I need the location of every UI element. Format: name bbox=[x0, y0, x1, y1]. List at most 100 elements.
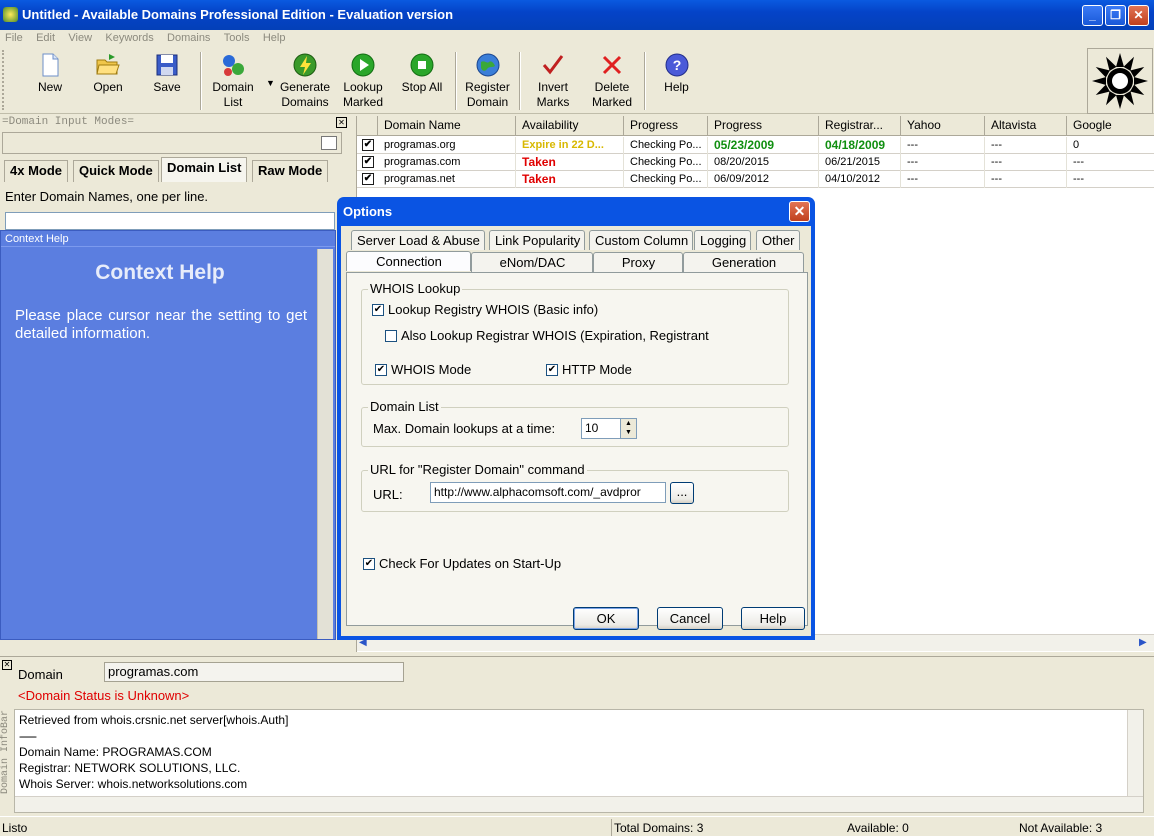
menu-edit[interactable]: Edit bbox=[36, 31, 55, 45]
menu-keywords[interactable]: Keywords bbox=[105, 31, 153, 45]
menu-domains[interactable]: Domains bbox=[167, 31, 210, 45]
ok-button[interactable]: OK bbox=[573, 607, 639, 630]
tab-proxy[interactable]: Proxy bbox=[593, 252, 683, 272]
context-help-scrollbar[interactable] bbox=[317, 249, 333, 639]
context-help-message: Please place cursor near the setting to … bbox=[15, 307, 307, 342]
whois-mode-checkbox[interactable]: ✔ bbox=[375, 364, 387, 376]
col-progress-2[interactable]: Progress bbox=[708, 116, 819, 136]
dialog-close-button[interactable]: ✕ bbox=[789, 201, 810, 222]
tab-logging[interactable]: Logging bbox=[694, 230, 752, 250]
col-altavista[interactable]: Altavista bbox=[985, 116, 1067, 136]
status-state: Listo bbox=[2, 821, 28, 835]
dropdown-arrow-icon[interactable]: ▼ bbox=[266, 78, 275, 88]
table-row[interactable]: ✔ programas.com Taken Checking Po... 08/… bbox=[357, 154, 1154, 171]
col-yahoo[interactable]: Yahoo bbox=[901, 116, 985, 136]
register-url-group: URL for "Register Domain" command URL: h… bbox=[361, 462, 789, 512]
cell-registrar: 06/21/2015 bbox=[821, 154, 901, 171]
checkmark-icon bbox=[542, 55, 564, 75]
whois-line: Retrieved from whois.crsnic.net server[w… bbox=[19, 713, 289, 727]
table-row[interactable]: ✔ programas.org Expire in 22 D... Checki… bbox=[357, 137, 1154, 154]
col-availability[interactable]: Availability bbox=[516, 116, 624, 136]
spinner-arrows-icon[interactable]: ▲ ▼ bbox=[620, 419, 636, 438]
cancel-button[interactable]: Cancel bbox=[657, 607, 723, 630]
menu-help[interactable]: Help bbox=[263, 31, 286, 45]
menu-view[interactable]: View bbox=[68, 31, 92, 45]
restore-button[interactable]: ❐ bbox=[1105, 5, 1126, 26]
registrar-whois-checkbox[interactable] bbox=[385, 330, 397, 342]
domain-list-input[interactable] bbox=[5, 212, 335, 230]
tab-server-load-abuse[interactable]: Server Load & Abuse bbox=[351, 230, 485, 250]
register-url-legend: URL for "Register Domain" command bbox=[368, 462, 587, 477]
menu-file[interactable]: File bbox=[5, 31, 23, 45]
new-button[interactable]: New bbox=[30, 48, 70, 112]
domain-list-group: Domain List Max. Domain lookups at a tim… bbox=[361, 399, 789, 447]
col-google[interactable]: Google bbox=[1067, 116, 1154, 136]
save-button[interactable]: Save bbox=[147, 48, 187, 112]
cell-progress: Checking Po... bbox=[626, 171, 708, 188]
domain-list-icon bbox=[223, 55, 244, 76]
tab-other[interactable]: Other bbox=[756, 230, 800, 250]
menu-tools[interactable]: Tools bbox=[224, 31, 250, 45]
http-mode-checkbox[interactable]: ✔ bbox=[546, 364, 558, 376]
context-help-header: Context Help bbox=[1, 231, 335, 247]
tab-domain-list[interactable]: Domain List bbox=[161, 157, 248, 182]
toolbar-grip[interactable] bbox=[2, 50, 10, 110]
close-button[interactable]: ✕ bbox=[1128, 5, 1149, 26]
tab-enom-dac[interactable]: eNom/DAC bbox=[471, 252, 593, 272]
invert-marks-button[interactable]: Invert Marks bbox=[527, 48, 579, 112]
toolbar-separator bbox=[200, 52, 202, 110]
tab-link-popularity[interactable]: Link Popularity bbox=[489, 230, 586, 250]
table-row[interactable]: ✔ programas.net Taken Checking Po... 06/… bbox=[357, 171, 1154, 188]
col-domain-name[interactable]: Domain Name bbox=[378, 116, 516, 136]
cell-progress-2: 08/20/2015 bbox=[710, 154, 819, 171]
lookup-marked-button[interactable]: Lookup Marked bbox=[338, 48, 388, 112]
dialog-body: Server Load & Abuse Link Popularity Cust… bbox=[341, 226, 811, 636]
cell-domain: programas.com bbox=[380, 154, 516, 171]
infobar-close-icon[interactable]: ✕ bbox=[2, 660, 12, 670]
whois-horizontal-scrollbar[interactable] bbox=[15, 796, 1143, 812]
url-input[interactable]: http://www.alphacomsoft.com/_avdpror bbox=[430, 482, 666, 503]
stop-all-button[interactable]: Stop All bbox=[397, 48, 447, 112]
tab-4x-mode[interactable]: 4x Mode bbox=[4, 160, 69, 182]
play-icon bbox=[351, 53, 375, 77]
check-updates-checkbox[interactable]: ✔ bbox=[363, 558, 375, 570]
toolbar-separator bbox=[455, 52, 457, 110]
domain-infobar: ✕ Domain InfoBar Domain programas.com <D… bbox=[0, 656, 1154, 816]
whois-line: Whois Server: whois.networksolutions.com bbox=[19, 777, 248, 791]
row-checkbox[interactable]: ✔ bbox=[362, 156, 374, 168]
help-button[interactable]: ? Help bbox=[654, 48, 699, 112]
tab-custom-column[interactable]: Custom Column bbox=[589, 230, 694, 250]
domain-field[interactable]: programas.com bbox=[104, 662, 404, 682]
cell-availability: Taken bbox=[518, 171, 624, 188]
open-button[interactable]: Open bbox=[88, 48, 128, 112]
whois-mode-label: WHOIS Mode bbox=[391, 362, 472, 377]
properties-icon[interactable] bbox=[321, 136, 337, 150]
tab-raw-mode[interactable]: Raw Mode bbox=[252, 160, 329, 182]
whois-vertical-scrollbar[interactable] bbox=[1127, 710, 1143, 796]
url-browse-button[interactable]: ... bbox=[670, 482, 694, 504]
domain-list-button[interactable]: Domain List bbox=[207, 48, 259, 112]
whois-text-area[interactable]: Retrieved from whois.crsnic.net server[w… bbox=[14, 709, 1144, 813]
tab-connection[interactable]: Connection bbox=[346, 251, 471, 271]
delete-marked-button[interactable]: Delete Marked bbox=[586, 48, 638, 112]
col-progress[interactable]: Progress bbox=[624, 116, 708, 136]
scroll-right-icon[interactable]: ▶ bbox=[1139, 637, 1147, 648]
registrar-whois-label: Also Lookup Registrar WHOIS (Expiration,… bbox=[401, 328, 709, 343]
dialog-help-button[interactable]: Help bbox=[741, 607, 805, 630]
row-checkbox[interactable]: ✔ bbox=[362, 173, 374, 185]
col-registrar[interactable]: Registrar... bbox=[819, 116, 901, 136]
domain-label: Domain bbox=[18, 667, 63, 682]
row-checkbox[interactable]: ✔ bbox=[362, 139, 374, 151]
generate-lightning-icon bbox=[293, 53, 317, 77]
tab-quick-mode[interactable]: Quick Mode bbox=[73, 160, 159, 182]
app-logo bbox=[1087, 48, 1153, 114]
generate-domains-button[interactable]: Generate Domains bbox=[275, 48, 335, 112]
cell-availability: Taken bbox=[518, 154, 624, 171]
tab-generation[interactable]: Generation bbox=[683, 252, 804, 272]
panel-close-icon[interactable]: ✕ bbox=[336, 117, 347, 128]
register-domain-button[interactable]: Register Domain bbox=[460, 48, 515, 112]
http-mode-label: HTTP Mode bbox=[562, 362, 632, 377]
registry-whois-checkbox[interactable]: ✔ bbox=[372, 304, 384, 316]
new-file-icon bbox=[42, 53, 59, 77]
minimize-button[interactable]: _ bbox=[1082, 5, 1103, 26]
